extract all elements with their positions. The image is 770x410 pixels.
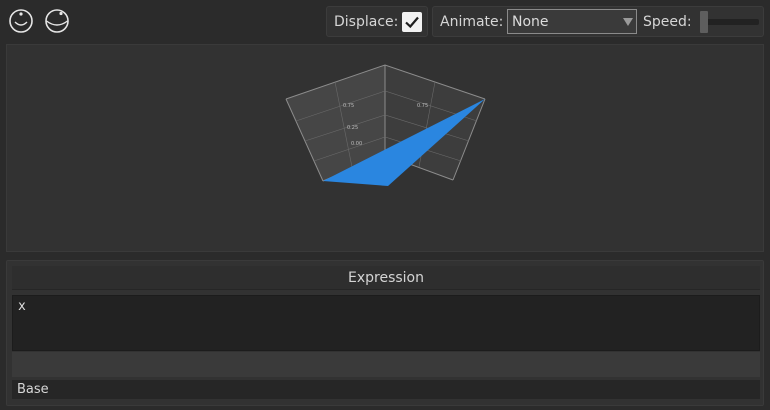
- tick-label-4: 0.00: [351, 141, 362, 147]
- 3d-viewport[interactable]: 0.75 0.75 0.25 0.00: [6, 44, 764, 252]
- speed-label: Speed:: [643, 14, 692, 30]
- sphere-icon[interactable]: [8, 8, 34, 34]
- speed-slider-track[interactable]: [701, 19, 759, 25]
- speed-slider-thumb[interactable]: [700, 11, 708, 33]
- animate-select[interactable]: None: [507, 9, 637, 34]
- toolbar: Displace: Animate: None Speed:: [0, 0, 770, 42]
- animate-label: Animate:: [440, 14, 504, 30]
- animate-group: Animate: None Speed:: [432, 6, 764, 37]
- tick-label-1: 0.75: [343, 103, 354, 109]
- sphere-tilted-icon[interactable]: [44, 8, 70, 34]
- expression-panel: Expression x Base: [6, 260, 764, 406]
- expression-splitter[interactable]: [12, 352, 760, 377]
- tick-label-3: 0.25: [347, 125, 358, 131]
- tick-label-2: 0.75: [417, 103, 428, 109]
- expression-input[interactable]: x: [12, 295, 760, 351]
- surface-plot: 0.75 0.75 0.25 0.00: [285, 64, 486, 186]
- displace-group: Displace:: [326, 6, 428, 37]
- checkmark-icon: [405, 16, 419, 29]
- displace-checkbox[interactable]: [402, 12, 422, 32]
- animate-select-value: None: [512, 14, 549, 30]
- app-window: Displace: Animate: None Speed: 0.75 0.75…: [0, 0, 770, 410]
- base-row[interactable]: Base: [12, 380, 760, 399]
- displace-label: Displace:: [334, 14, 399, 30]
- chevron-down-icon: [623, 18, 633, 26]
- expression-header: Expression: [12, 266, 760, 290]
